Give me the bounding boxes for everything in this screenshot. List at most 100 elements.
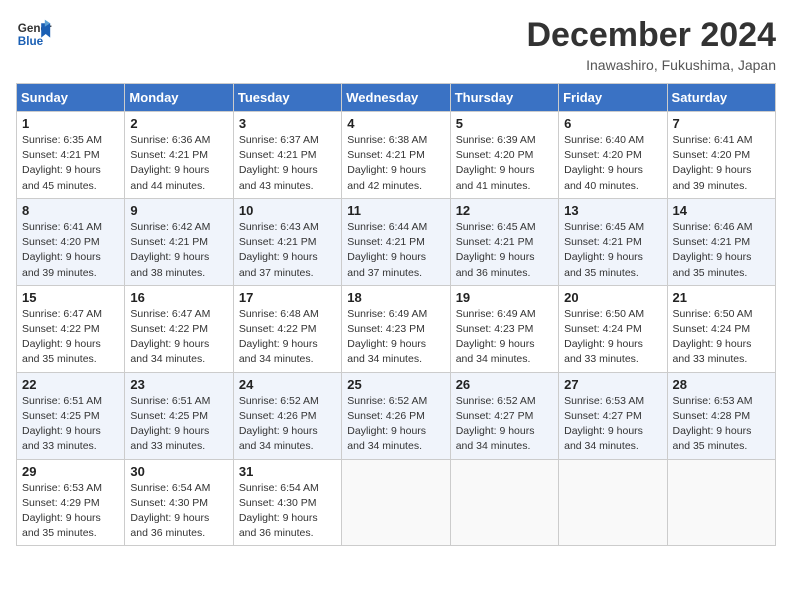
day-number: 15 bbox=[22, 290, 119, 305]
day-number: 24 bbox=[239, 377, 336, 392]
day-info: Sunrise: 6:50 AMSunset: 4:24 PMDaylight:… bbox=[564, 307, 661, 368]
header-day-friday: Friday bbox=[559, 84, 667, 112]
day-info: Sunrise: 6:38 AMSunset: 4:21 PMDaylight:… bbox=[347, 133, 444, 194]
calendar-cell: 2Sunrise: 6:36 AMSunset: 4:21 PMDaylight… bbox=[125, 112, 233, 199]
calendar-table: SundayMondayTuesdayWednesdayThursdayFrid… bbox=[16, 83, 776, 546]
week-row-5: 29 Sunrise: 6:53 AMSunset: 4:29 PMDayligh… bbox=[17, 459, 776, 546]
calendar-cell bbox=[450, 459, 558, 546]
title-area: December 2024 Inawashiro, Fukushima, Jap… bbox=[526, 16, 776, 73]
calendar-cell: 25 Sunrise: 6:52 AMSunset: 4:26 PMDayligh… bbox=[342, 372, 450, 459]
day-number: 23 bbox=[130, 377, 227, 392]
day-number: 16 bbox=[130, 290, 227, 305]
day-number: 28 bbox=[673, 377, 770, 392]
calendar-cell: 10 Sunrise: 6:43 AMSunset: 4:21 PMDayligh… bbox=[233, 198, 341, 285]
calendar-cell: 7 Sunrise: 6:41 AMSunset: 4:20 PMDaylight… bbox=[667, 112, 775, 199]
week-row-4: 22 Sunrise: 6:51 AMSunset: 4:25 PMDayligh… bbox=[17, 372, 776, 459]
day-info: Sunrise: 6:52 AMSunset: 4:26 PMDaylight:… bbox=[347, 394, 444, 455]
calendar-cell: 8Sunrise: 6:41 AMSunset: 4:20 PMDaylight… bbox=[17, 198, 125, 285]
day-info: Sunrise: 6:51 AMSunset: 4:25 PMDaylight:… bbox=[130, 394, 227, 455]
day-info: Sunrise: 6:51 AMSunset: 4:25 PMDaylight:… bbox=[22, 394, 119, 455]
day-info: Sunrise: 6:45 AMSunset: 4:21 PMDaylight:… bbox=[564, 220, 661, 281]
header-day-thursday: Thursday bbox=[450, 84, 558, 112]
day-number: 9 bbox=[130, 203, 227, 218]
calendar-cell: 29 Sunrise: 6:53 AMSunset: 4:29 PMDayligh… bbox=[17, 459, 125, 546]
day-number: 7 bbox=[673, 116, 770, 131]
day-number: 20 bbox=[564, 290, 661, 305]
day-info: Sunrise: 6:42 AMSunset: 4:21 PMDaylight:… bbox=[130, 220, 227, 281]
day-number: 8 bbox=[22, 203, 119, 218]
day-number: 31 bbox=[239, 464, 336, 479]
calendar-cell: 6 Sunrise: 6:40 AMSunset: 4:20 PMDaylight… bbox=[559, 112, 667, 199]
day-info: Sunrise: 6:50 AMSunset: 4:24 PMDaylight:… bbox=[673, 307, 770, 368]
day-number: 26 bbox=[456, 377, 553, 392]
day-info: Sunrise: 6:36 AMSunset: 4:21 PMDaylight:… bbox=[130, 133, 227, 194]
logo: General Blue bbox=[16, 16, 52, 52]
calendar-cell: 18 Sunrise: 6:49 AMSunset: 4:23 PMDayligh… bbox=[342, 285, 450, 372]
calendar-cell: 30Sunrise: 6:54 AMSunset: 4:30 PMDayligh… bbox=[125, 459, 233, 546]
day-info: Sunrise: 6:37 AMSunset: 4:21 PMDaylight:… bbox=[239, 133, 336, 194]
calendar-cell: 27Sunrise: 6:53 AMSunset: 4:27 PMDayligh… bbox=[559, 372, 667, 459]
day-number: 21 bbox=[673, 290, 770, 305]
day-info: Sunrise: 6:35 AMSunset: 4:21 PMDaylight:… bbox=[22, 133, 119, 194]
calendar-cell: 24 Sunrise: 6:52 AMSunset: 4:26 PMDayligh… bbox=[233, 372, 341, 459]
day-info: Sunrise: 6:43 AMSunset: 4:21 PMDaylight:… bbox=[239, 220, 336, 281]
day-info: Sunrise: 6:53 AMSunset: 4:27 PMDaylight:… bbox=[564, 394, 661, 455]
day-number: 22 bbox=[22, 377, 119, 392]
calendar-cell: 26 Sunrise: 6:52 AMSunset: 4:27 PMDayligh… bbox=[450, 372, 558, 459]
calendar-cell: 19 Sunrise: 6:49 AMSunset: 4:23 PMDayligh… bbox=[450, 285, 558, 372]
day-info: Sunrise: 6:49 AMSunset: 4:23 PMDaylight:… bbox=[347, 307, 444, 368]
logo-icon: General Blue bbox=[16, 16, 52, 52]
day-number: 18 bbox=[347, 290, 444, 305]
week-row-2: 8Sunrise: 6:41 AMSunset: 4:20 PMDaylight… bbox=[17, 198, 776, 285]
day-number: 10 bbox=[239, 203, 336, 218]
calendar-cell: 13 Sunrise: 6:45 AMSunset: 4:21 PMDayligh… bbox=[559, 198, 667, 285]
day-info: Sunrise: 6:47 AMSunset: 4:22 PMDaylight:… bbox=[130, 307, 227, 368]
day-info: Sunrise: 6:41 AMSunset: 4:20 PMDaylight:… bbox=[673, 133, 770, 194]
calendar-cell: 17 Sunrise: 6:48 AMSunset: 4:22 PMDayligh… bbox=[233, 285, 341, 372]
day-number: 17 bbox=[239, 290, 336, 305]
day-number: 29 bbox=[22, 464, 119, 479]
day-number: 4 bbox=[347, 116, 444, 131]
day-number: 3 bbox=[239, 116, 336, 131]
calendar-cell: 20 Sunrise: 6:50 AMSunset: 4:24 PMDayligh… bbox=[559, 285, 667, 372]
svg-text:Blue: Blue bbox=[18, 35, 44, 48]
calendar-cell bbox=[342, 459, 450, 546]
calendar-cell: 31Sunrise: 6:54 AMSunset: 4:30 PMDayligh… bbox=[233, 459, 341, 546]
day-number: 5 bbox=[456, 116, 553, 131]
day-info: Sunrise: 6:49 AMSunset: 4:23 PMDaylight:… bbox=[456, 307, 553, 368]
calendar-cell: 15Sunrise: 6:47 AMSunset: 4:22 PMDayligh… bbox=[17, 285, 125, 372]
calendar-cell: 12 Sunrise: 6:45 AMSunset: 4:21 PMDayligh… bbox=[450, 198, 558, 285]
day-info: Sunrise: 6:52 AMSunset: 4:26 PMDaylight:… bbox=[239, 394, 336, 455]
day-number: 30 bbox=[130, 464, 227, 479]
day-info: Sunrise: 6:52 AMSunset: 4:27 PMDaylight:… bbox=[456, 394, 553, 455]
day-number: 13 bbox=[564, 203, 661, 218]
day-number: 19 bbox=[456, 290, 553, 305]
day-number: 6 bbox=[564, 116, 661, 131]
day-info: Sunrise: 6:40 AMSunset: 4:20 PMDaylight:… bbox=[564, 133, 661, 194]
calendar-cell: 9 Sunrise: 6:42 AMSunset: 4:21 PMDaylight… bbox=[125, 198, 233, 285]
day-number: 1 bbox=[22, 116, 119, 131]
day-number: 14 bbox=[673, 203, 770, 218]
day-info: Sunrise: 6:53 AMSunset: 4:29 PMDaylight:… bbox=[22, 481, 119, 542]
header-day-sunday: Sunday bbox=[17, 84, 125, 112]
day-info: Sunrise: 6:53 AMSunset: 4:28 PMDaylight:… bbox=[673, 394, 770, 455]
day-number: 12 bbox=[456, 203, 553, 218]
calendar-cell: 16 Sunrise: 6:47 AMSunset: 4:22 PMDayligh… bbox=[125, 285, 233, 372]
day-info: Sunrise: 6:45 AMSunset: 4:21 PMDaylight:… bbox=[456, 220, 553, 281]
week-row-1: 1 Sunrise: 6:35 AMSunset: 4:21 PMDaylight… bbox=[17, 112, 776, 199]
calendar-cell: 23 Sunrise: 6:51 AMSunset: 4:25 PMDayligh… bbox=[125, 372, 233, 459]
calendar-cell: 1 Sunrise: 6:35 AMSunset: 4:21 PMDaylight… bbox=[17, 112, 125, 199]
day-info: Sunrise: 6:46 AMSunset: 4:21 PMDaylight:… bbox=[673, 220, 770, 281]
calendar-cell: 4 Sunrise: 6:38 AMSunset: 4:21 PMDaylight… bbox=[342, 112, 450, 199]
header-day-wednesday: Wednesday bbox=[342, 84, 450, 112]
calendar-cell: 11Sunrise: 6:44 AMSunset: 4:21 PMDayligh… bbox=[342, 198, 450, 285]
calendar-body: 1 Sunrise: 6:35 AMSunset: 4:21 PMDaylight… bbox=[17, 112, 776, 546]
day-info: Sunrise: 6:48 AMSunset: 4:22 PMDaylight:… bbox=[239, 307, 336, 368]
day-number: 25 bbox=[347, 377, 444, 392]
week-row-3: 15 Sunrise: 6:47 AMSunset: 4:22 PMDayligh… bbox=[17, 285, 776, 372]
calendar-cell: 21 Sunrise: 6:50 AMSunset: 4:24 PMDayligh… bbox=[667, 285, 775, 372]
calendar-cell: 22 Sunrise: 6:51 AMSunset: 4:25 PMDayligh… bbox=[17, 372, 125, 459]
subtitle: Inawashiro, Fukushima, Japan bbox=[526, 57, 776, 73]
header-day-saturday: Saturday bbox=[667, 84, 775, 112]
day-info: Sunrise: 6:39 AMSunset: 4:20 PMDaylight:… bbox=[456, 133, 553, 194]
